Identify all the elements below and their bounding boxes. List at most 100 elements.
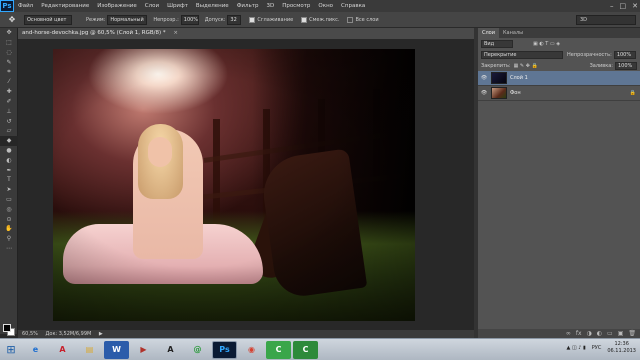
move-tool-icon[interactable]: ✥ [0,28,18,38]
path-select-tool-icon[interactable]: ➤ [0,185,18,195]
document-tab[interactable]: and-horse-devochka.jpg @ 60,5% (Слой 1, … [18,28,474,39]
menu-type[interactable]: Шрифт [163,3,192,9]
taskbar-word-icon[interactable]: W [104,340,129,359]
menu-image[interactable]: Изображение [93,3,141,9]
more-tools-icon[interactable]: ⋯ [0,244,18,254]
layer-opacity-input[interactable]: 100% [613,50,636,59]
opacity-input[interactable]: 100% [180,14,199,25]
taskbar-aimp-icon[interactable]: A [158,341,183,359]
menu-edit[interactable]: Редактирование [37,3,93,9]
taskbar-camtasia-icon[interactable]: C [266,340,291,359]
clock[interactable]: 12:36 06.11.2013 [607,341,636,355]
minimize-icon[interactable]: – [610,2,614,10]
visibility-eye-icon[interactable]: 👁 [480,75,488,81]
history-brush-tool-icon[interactable]: ↺ [0,116,18,126]
paint-bucket-tool-icon[interactable]: ✥ [0,13,24,27]
3d-camera-tool-icon[interactable]: ⊙ [0,214,18,224]
opacity-label: Непрозр.: [153,16,179,23]
menu-view[interactable]: Просмотр [278,3,314,9]
taskbar-camrec-icon[interactable]: C [293,340,318,359]
clock-time: 12:36 [614,341,629,347]
lock-row: Закрепить: ▦ ✎ ✥ 🔒 Заливка: 100% [478,60,640,71]
brush-tool-icon[interactable]: ✐ [0,97,18,107]
lasso-tool-icon[interactable]: ◌ [0,48,18,58]
lock-icons[interactable]: ▦ ✎ ✥ 🔒 [514,63,538,69]
zoom-tool-icon[interactable]: ⚲ [0,234,18,244]
layer-kind-select[interactable]: Вид [481,39,513,48]
fill-input[interactable]: 100% [615,61,637,70]
quick-select-tool-icon[interactable]: ✎ [0,57,18,67]
status-bar: 60,5% Док: 3,52M/6,99M ▶ [18,330,474,338]
filter-icons[interactable]: ▣ ◐ T ▭ ◈ [533,41,560,47]
link-layers-icon[interactable]: ∞ [566,329,571,338]
tolerance-label: Допуск: [204,16,226,23]
layer-style-icon[interactable]: fx [576,329,582,338]
taskbar-acrobat-icon[interactable]: A [50,341,75,359]
menu-filter[interactable]: Фильтр [233,3,263,9]
3d-tool-icon[interactable]: ◎ [0,204,18,214]
add-mask-icon[interactable]: ◑ [587,329,592,338]
fill-source-select[interactable]: Основной цвет [24,14,72,25]
layer-thumbnail [491,72,507,84]
tolerance-input[interactable]: 32 [227,14,242,25]
paint-bucket-icon[interactable]: ◆ [0,135,18,146]
visibility-eye-icon[interactable]: 👁 [480,90,488,96]
layer-name[interactable]: Фон [510,90,521,96]
shape-tool-icon[interactable]: ▭ [0,195,18,205]
foreground-color-swatch[interactable] [3,324,11,332]
tray-icons[interactable]: ▲ ◫ ♪ ▮ [567,345,586,351]
new-group-icon[interactable]: ▭ [607,329,613,338]
all-layers-checkbox[interactable] [347,16,354,23]
hand-tool-icon[interactable]: ✋ [0,224,18,234]
layer-row-background[interactable]: 👁 Фон 🔒 [478,86,640,101]
dodge-tool-icon[interactable]: ◐ [0,155,18,165]
blend-mode-select[interactable]: Перекрытие [481,50,563,59]
layer-row-layer1[interactable]: 👁 Слой 1 [478,71,640,86]
start-button[interactable]: ⊞ [0,340,22,360]
language-indicator[interactable]: РУС [592,345,602,351]
pen-tool-icon[interactable]: ✒ [0,165,18,175]
delete-layer-icon[interactable]: 🗑 [628,329,636,338]
blur-tool-icon[interactable]: ● [0,146,18,156]
adjustment-layer-icon[interactable]: ◐ [597,329,602,338]
taskbar-media-icon[interactable]: ▶ [131,341,156,359]
menu-file[interactable]: Файл [14,3,37,9]
taskbar-chrome-icon[interactable]: ◉ [239,341,264,359]
contiguous-label: Смеж.пикс. [309,16,340,23]
menu-layers[interactable]: Слои [141,3,163,9]
workspace-select[interactable]: 3D [576,15,636,25]
maximize-icon[interactable]: □ [620,2,627,10]
tab-layers[interactable]: Слои [478,28,499,38]
taskbar-explorer-icon[interactable]: ▤ [77,341,102,359]
eyedropper-tool-icon[interactable]: ⁄ [0,77,18,87]
eraser-tool-icon[interactable]: ▱ [0,126,18,136]
canvas-area[interactable] [18,39,474,330]
type-tool-icon[interactable]: T [0,175,18,185]
status-arrow-icon[interactable]: ▶ [99,331,103,337]
close-icon[interactable]: ✕ [632,2,638,10]
stamp-tool-icon[interactable]: ⊥ [0,106,18,116]
healing-tool-icon[interactable]: ✚ [0,87,18,97]
menu-bar: Ps Файл Редактирование Изображение Слои … [0,0,640,12]
taskbar-app7-icon[interactable]: @ [185,341,210,359]
zoom-level[interactable]: 60,5% [22,331,38,337]
photoshop-window: Ps Файл Редактирование Изображение Слои … [0,0,640,360]
crop-tool-icon[interactable]: ⌗ [0,67,18,77]
tab-channels[interactable]: Каналы [499,28,527,38]
new-layer-icon[interactable]: ▣ [618,329,624,338]
antialias-checkbox[interactable] [249,16,256,23]
menu-select[interactable]: Выделение [192,3,233,9]
menu-help[interactable]: Справка [337,3,369,9]
mode-select[interactable]: Нормальный [107,14,148,25]
mode-label: Режим: [86,16,106,23]
contiguous-checkbox[interactable] [301,16,308,23]
taskbar-ie-icon[interactable]: e [23,341,48,359]
menu-3d[interactable]: 3D [262,3,278,9]
menu-window[interactable]: Окно [314,3,337,9]
document-image[interactable] [53,49,415,321]
close-document-icon[interactable]: × [173,30,178,36]
layer-name[interactable]: Слой 1 [510,75,528,81]
taskbar-photoshop-icon[interactable]: Ps [212,340,237,359]
clock-date: 06.11.2013 [607,348,636,354]
marquee-tool-icon[interactable]: ⬚ [0,38,18,48]
